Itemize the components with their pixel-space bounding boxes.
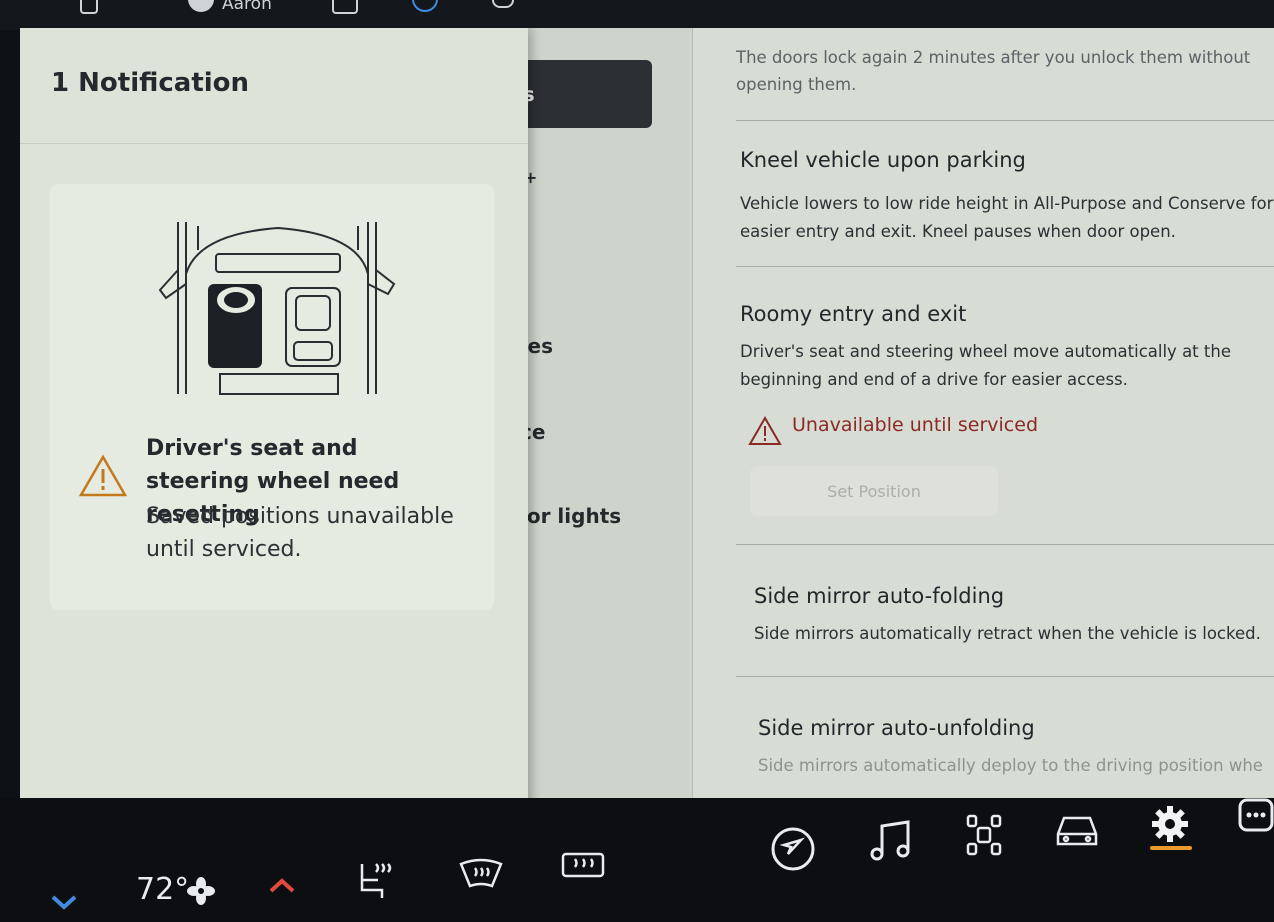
divider xyxy=(736,266,1274,267)
rear-defrost-icon[interactable] xyxy=(560,850,606,880)
card-icon[interactable] xyxy=(332,0,358,14)
bell-icon[interactable] xyxy=(492,0,514,8)
music-icon[interactable] xyxy=(868,818,914,864)
fan-icon[interactable] xyxy=(186,876,216,906)
set-position-button[interactable]: Set Position xyxy=(750,466,998,516)
warning-icon xyxy=(78,454,128,497)
settings-list: The doors lock again 2 minutes after you… xyxy=(732,28,1274,798)
chevron-down-icon[interactable] xyxy=(50,894,78,910)
front-defrost-icon[interactable] xyxy=(458,858,504,890)
cabin-temperature[interactable]: 72° xyxy=(136,872,189,907)
notification-card[interactable]: Driver's seat and steering wheel need re… xyxy=(50,184,494,610)
kneel-setting-description: Vehicle lowers to low ride height in All… xyxy=(740,194,1274,241)
roomy-entry-description: Driver's seat and steering wheel move au… xyxy=(740,342,1231,389)
more-apps-icon[interactable] xyxy=(1238,798,1274,832)
menu-item-selected[interactable]: ss xyxy=(512,60,652,128)
assistant-icon[interactable] xyxy=(412,0,438,12)
profile-avatar[interactable] xyxy=(188,0,214,12)
menu-item[interactable]: ior lights xyxy=(520,504,621,528)
settings-screen: ss r+ tes ce ior lights The doors lock a… xyxy=(20,28,1274,798)
notification-body: Saved positions unavailable until servic… xyxy=(146,504,454,562)
profile-name[interactable]: Aaron xyxy=(222,0,272,14)
mirror-autofold-title[interactable]: Side mirror auto-folding xyxy=(754,584,1004,608)
settings-menu: ss r+ tes ce ior lights xyxy=(512,28,693,798)
bottom-dock: 72° xyxy=(0,798,1274,922)
gear-icon[interactable] xyxy=(1150,804,1190,844)
divider xyxy=(736,676,1274,677)
kneel-setting-title[interactable]: Kneel vehicle upon parking xyxy=(740,148,1026,172)
top-status-bar: Aaron xyxy=(0,0,1274,30)
mirror-autounfold-description: Side mirrors automatically deploy to the… xyxy=(758,756,1263,775)
navigation-icon[interactable] xyxy=(770,826,816,872)
warning-icon xyxy=(748,416,782,445)
auto-relock-description: The doors lock again 2 minutes after you… xyxy=(736,48,1251,94)
roomy-entry-title[interactable]: Roomy entry and exit xyxy=(740,302,966,326)
notification-count-header: 1 Notification xyxy=(51,68,250,98)
heated-seat-icon[interactable] xyxy=(358,860,394,900)
car-seat-illustration xyxy=(158,222,396,395)
notification-panel: 1 Notification Driver's seat and steerin… xyxy=(20,28,528,798)
phone-icon[interactable] xyxy=(80,0,98,14)
divider xyxy=(736,544,1274,545)
divider xyxy=(20,143,528,144)
drive-modes-icon[interactable] xyxy=(964,812,1004,858)
active-tab-indicator xyxy=(1150,846,1192,850)
chevron-up-icon[interactable] xyxy=(268,878,296,894)
mirror-autofold-description: Side mirrors automatically retract when … xyxy=(754,624,1261,643)
warning-text: Unavailable until serviced xyxy=(792,414,1038,436)
divider xyxy=(736,120,1274,121)
mirror-autounfold-title[interactable]: Side mirror auto-unfolding xyxy=(758,716,1035,740)
vehicle-icon[interactable] xyxy=(1054,812,1100,850)
